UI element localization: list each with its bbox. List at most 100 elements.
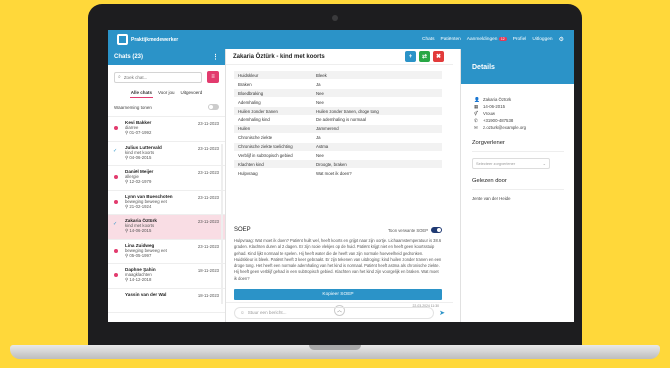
link-icon: ⚲ — [125, 203, 129, 209]
detail-text: Zakaria Öztürk — [483, 97, 512, 102]
chat-date: 23-11-2023 — [197, 170, 219, 175]
chat-date: 23-11-2023 — [197, 194, 219, 200]
nav-registrations[interactable]: Aanmeldingen 12 — [467, 37, 507, 42]
nav-profile[interactable]: Profiel — [513, 37, 527, 42]
chat-birthdate-text: 05-05-1997 — [129, 252, 152, 258]
nav-logout[interactable]: Uitloggen — [532, 37, 552, 42]
detail-text: +31900-487538 — [483, 118, 514, 123]
link-button[interactable]: ⇄ — [419, 51, 430, 62]
link-icon: ⚲ — [125, 154, 129, 160]
table-row: Huilen zonder tranen Huilen zonder tranen… — [234, 106, 442, 116]
chat-list-item[interactable]: Lina Zuidweg beweging beweeg eet ⚲ 05-05-1… — [108, 240, 225, 264]
table-row: Chronische ziekte toelichting Astma — [234, 142, 442, 152]
chat-birthdate: ⚲ 21-02-1924 — [125, 204, 221, 210]
chat-birthdate: ⚲ 12-02-1979 — [125, 179, 221, 185]
top-nav: Chats Patiënten Aanmeldingen 12 Profiel … — [422, 36, 564, 43]
tab-done[interactable]: Uitgevoerd — [180, 89, 204, 98]
chat-list: Kevi Bakker diarree ⚲ 01-07-1992 23-11-2023… — [108, 117, 225, 313]
tab-all-chats[interactable]: Alle chats — [129, 89, 153, 98]
soep-text: Hulpvraag: Wat moet ik doen? Patiënt hui… — [234, 238, 442, 281]
table-row: Huidskleur Bleek — [234, 71, 442, 81]
send-icon[interactable]: ➤ — [439, 309, 445, 317]
chat-date: 18-11-2023 — [197, 268, 219, 273]
tab-for-you[interactable]: Voor jou — [157, 89, 176, 98]
unread-dot — [114, 175, 118, 179]
link-icon: ⚲ — [125, 228, 129, 233]
chat-birthdate: ⚲ 05-05-1997 — [125, 253, 221, 259]
table-row: Huilen Jammerend — [234, 124, 442, 134]
check-icon: ✓ — [113, 221, 118, 227]
field-label: Chronische ziekte — [234, 133, 312, 143]
table-row: Klachten kind Droogte, braken — [234, 159, 442, 170]
chat-birthdate-text: 04-06-2015 — [129, 154, 152, 160]
table-row: Hulpvraag Wat moet ik doen? — [234, 168, 442, 179]
filter-button[interactable]: ≡ — [207, 71, 219, 83]
observation-toggle[interactable] — [208, 104, 219, 110]
chat-detail-title: Zakaria Öztürk - kind met koorts — [233, 53, 325, 60]
chat-list-item[interactable]: Kevi Bakker diarree ⚲ 01-07-1992 23-11-2023 — [108, 117, 225, 142]
soep-title: SOEP — [234, 227, 251, 233]
mail-icon: ✉ — [474, 124, 478, 130]
detail-row: ▦ 14-06-2015 — [474, 103, 574, 110]
field-value: Bleek — [312, 71, 442, 81]
add-button[interactable]: + — [405, 51, 416, 62]
field-label: Chronische ziekte toelichting — [234, 142, 312, 152]
gear-icon[interactable]: ⚙ — [559, 36, 564, 43]
chat-list-item[interactable]: Daphne Şahin maagklachten ⚲ 14-12-2018 18-1… — [108, 264, 225, 289]
chat-list-item[interactable]: Yassin van der Wal 18-11-2023 — [108, 289, 225, 313]
nav-registrations-label: Aanmeldingen — [466, 37, 498, 42]
chat-date: 23-11-2023 — [197, 219, 219, 224]
chat-list-item[interactable]: Daniël Meijer allergie ⚲ 12-02-1979 23-11-2… — [108, 166, 225, 191]
detail-text: z.ozturk@example.org — [483, 125, 527, 130]
filter-icon: ≡ — [211, 74, 215, 80]
soep-header: SOEP Toon verwante SOEP — [234, 227, 442, 233]
field-label: Ademhaling — [234, 97, 312, 108]
chat-date: 23-11-2023 — [197, 145, 219, 151]
laptop-base — [10, 345, 660, 359]
logo-text: Praktijkmedewerker — [131, 36, 179, 43]
chevron-down-icon: ⌄ — [542, 161, 546, 166]
message-input[interactable]: Stuur een bericht... — [248, 310, 287, 315]
chat-detail-header: Zakaria Öztürk - kind met koorts + ⇄ ✖ — [226, 49, 453, 65]
chat-list-item[interactable]: ✓ Julius Luttervald kind met koorts ⚲ 04-06… — [108, 142, 225, 166]
related-soep-toggle[interactable] — [431, 227, 442, 233]
base-notch — [309, 345, 361, 350]
nav-chats[interactable]: Chats — [422, 37, 435, 42]
field-value: Astma — [312, 142, 442, 152]
caregiver-select[interactable]: Selecteer zorgverlener ⌄ — [472, 158, 550, 169]
smiley-icon[interactable]: ☺ — [240, 310, 245, 315]
detail-row: 👤 Zakaria Öztürk — [474, 96, 574, 103]
detail-row: ✆ +31900-487538 — [474, 117, 574, 124]
chat-list-item[interactable]: Lynn van Bueschoten beweging beweeg eet ⚲ … — [108, 191, 225, 215]
field-label: Ademhaling kind — [234, 115, 312, 125]
chat-date: 18-11-2023 — [197, 292, 219, 298]
table-row: Ademhaling Nee — [234, 97, 442, 108]
chat-list-item[interactable]: ✓ Zakaria Öztürk kind met koorts ⚲ 14-06-20… — [108, 215, 225, 240]
delete-button[interactable]: ✖ — [433, 51, 444, 62]
copy-soep-button[interactable]: Kopieer SOEP — [234, 289, 442, 300]
field-value: Huilen zonder tranen, droge tong — [312, 106, 442, 116]
chat-date: 23-11-2023 — [197, 243, 219, 249]
field-value: Nee — [312, 151, 442, 161]
calendar-icon: ▦ — [474, 103, 479, 109]
details-title: Details — [461, 49, 574, 84]
link-icon: ⚲ — [125, 277, 129, 282]
read-by-title: Gelezen door — [472, 178, 564, 190]
field-value: Ja — [312, 79, 442, 90]
chat-detail-panel: Zakaria Öztürk - kind met koorts + ⇄ ✖ H… — [226, 49, 453, 322]
chat-birthdate-text: 21-02-1924 — [129, 203, 152, 209]
chat-list-panel: Chats (23) ⋮ ⌕ ≡ Alle chats Voor jou Uit… — [108, 49, 226, 322]
unread-dot — [114, 199, 118, 204]
chat-list-scrollbar[interactable] — [221, 144, 223, 304]
chat-actions: + ⇄ ✖ — [405, 51, 444, 62]
field-value: Ja — [312, 133, 442, 143]
field-label: Hulpvraag — [234, 168, 312, 179]
nav-patients[interactable]: Patiënten — [441, 37, 461, 42]
search-input[interactable] — [123, 74, 194, 80]
link-icon: ⚲ — [125, 252, 129, 258]
detail-row: ✉ z.ozturk@example.org — [474, 124, 574, 131]
field-label: Braken — [234, 79, 312, 90]
more-options-icon[interactable]: ⋮ — [212, 53, 219, 61]
field-value: Droogte, braken — [312, 159, 442, 170]
app-logo[interactable]: Praktijkmedewerker — [117, 34, 178, 45]
